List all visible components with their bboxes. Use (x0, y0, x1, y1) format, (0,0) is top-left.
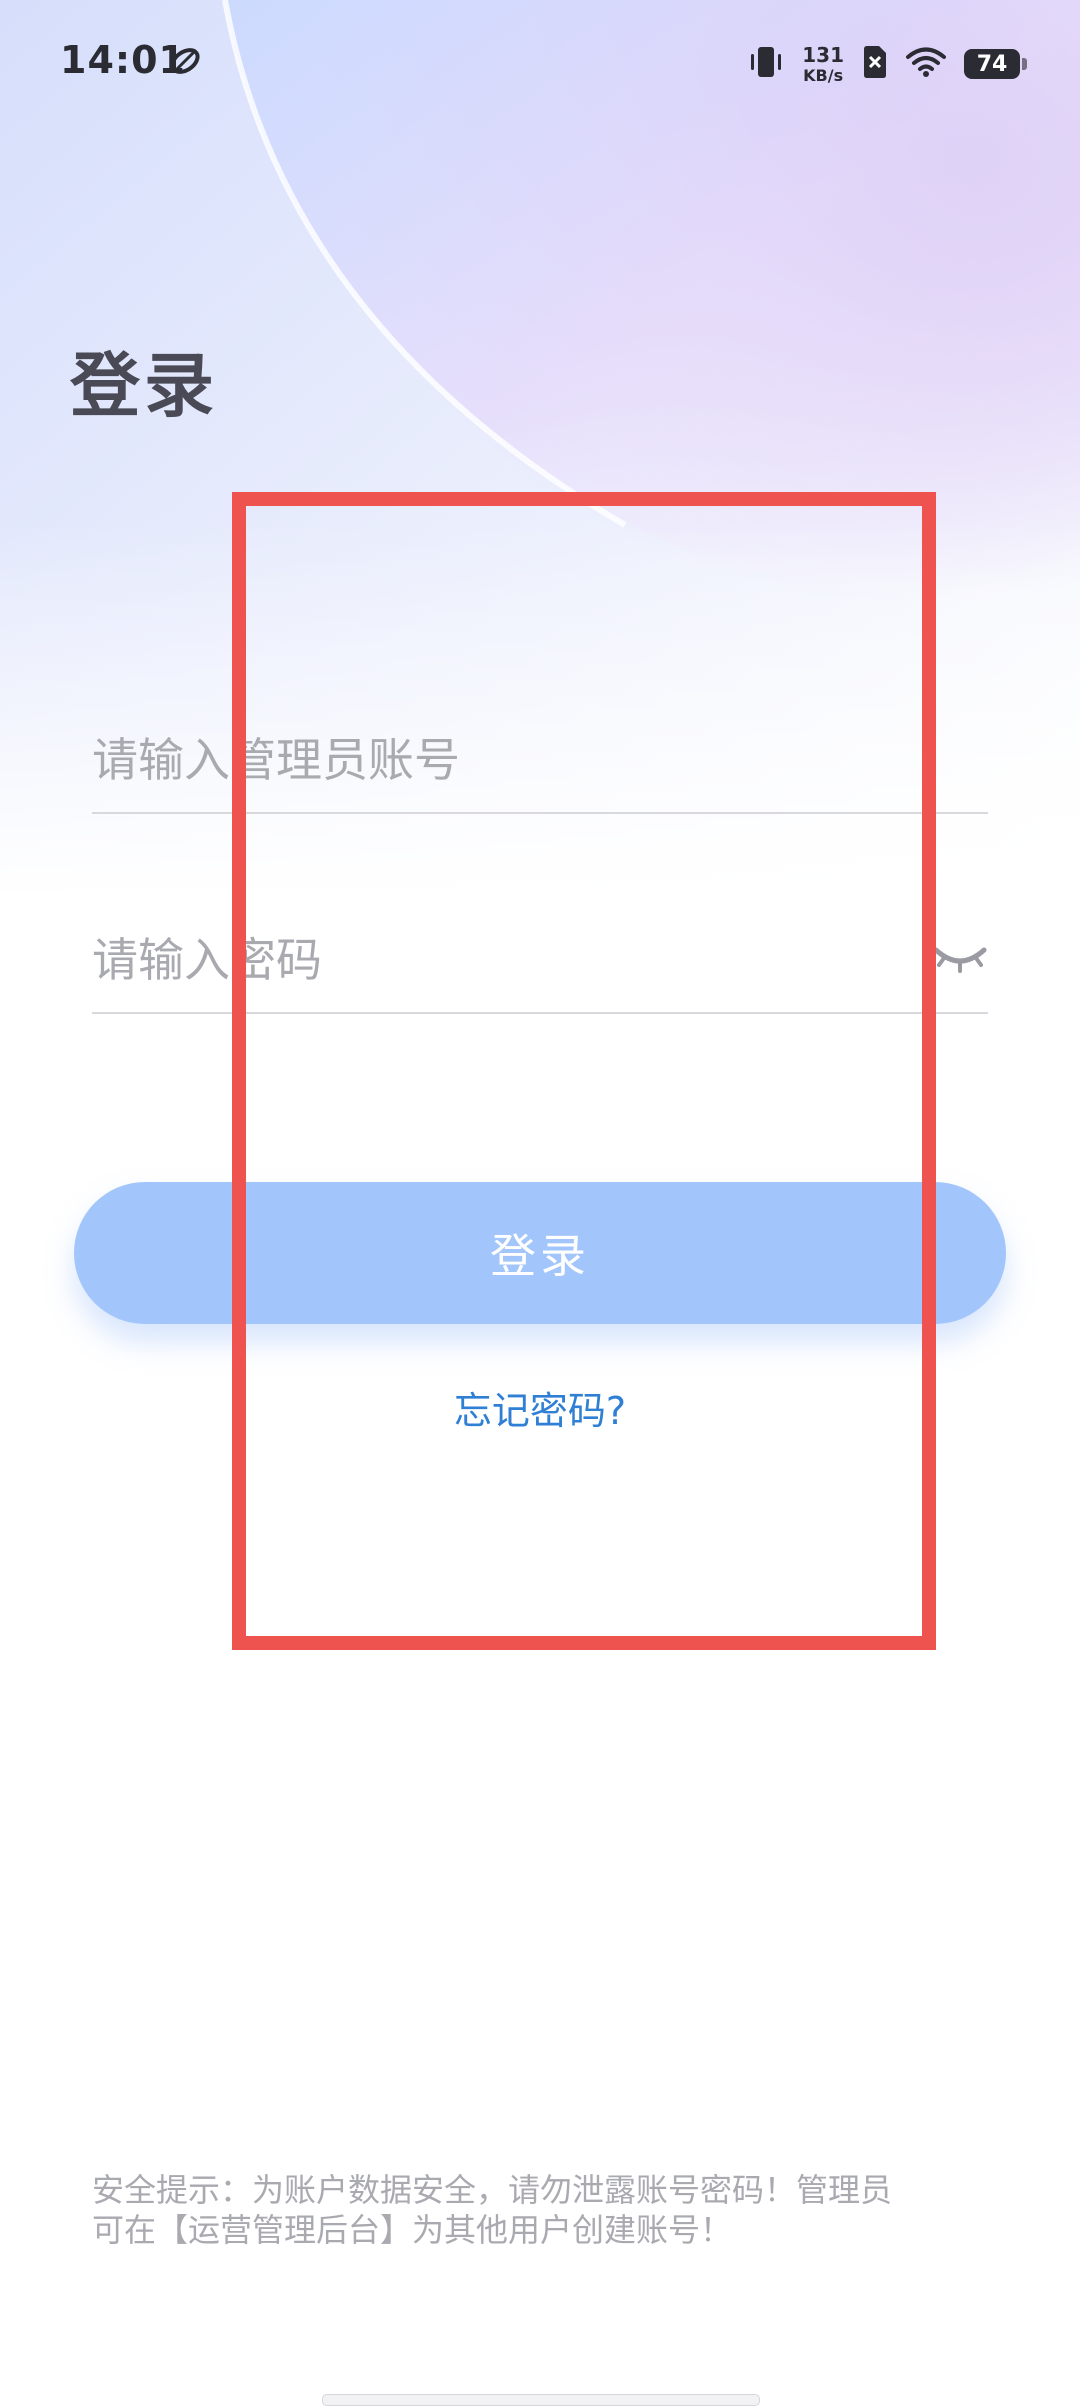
network-speed-value: 131 (802, 42, 844, 67)
password-field (92, 912, 988, 1014)
status-bar: 14:01 131 KB/s 74 (0, 0, 1080, 130)
security-tip-line-2: 可在【运营管理后台】为其他用户创建账号！ (92, 2211, 733, 2249)
network-speed-unit: KB/s (803, 65, 844, 85)
security-tip: 安全提示：为账户数据安全，请勿泄露账号密码！管理员 可在【运营管理后台】为其他用… (92, 2170, 992, 2250)
account-input[interactable] (92, 712, 892, 808)
sim-disabled-icon (862, 45, 888, 83)
leaf-icon (168, 44, 202, 78)
network-speed: 131 KB/s (802, 45, 844, 84)
password-input[interactable] (92, 912, 892, 1008)
account-field (92, 712, 988, 814)
forgot-password-link[interactable]: 忘记密码? (0, 1380, 1080, 1435)
login-button[interactable]: 登录 (74, 1182, 1006, 1324)
battery-icon: 74 (964, 49, 1027, 79)
wifi-icon (906, 46, 946, 82)
page-title: 登录 (70, 345, 218, 427)
vibrate-icon (748, 45, 784, 83)
eye-closed-icon[interactable] (932, 938, 988, 978)
security-tip-line-1: 安全提示：为账户数据安全，请勿泄露账号密码！管理员 (92, 2171, 893, 2209)
status-indicators: 131 KB/s 74 (748, 42, 1027, 86)
login-screen: 登录 登录 忘记密码? 安全提示：为账户数据安全，请勿泄露账号密码！管理员 可在… (0, 0, 1080, 2408)
